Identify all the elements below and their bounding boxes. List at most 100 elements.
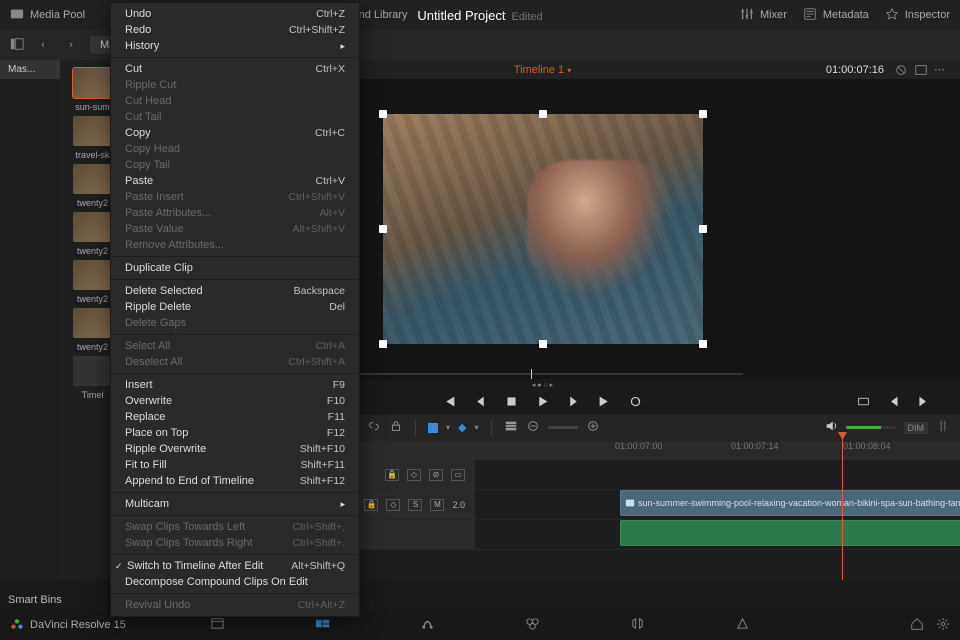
fusion-page-icon[interactable] bbox=[420, 616, 435, 634]
volume-slider[interactable] bbox=[846, 426, 896, 429]
menu-revival-undo[interactable]: Revival UndoCtrl+Alt+Z bbox=[111, 597, 359, 613]
metadata-tab[interactable]: Metadata bbox=[803, 7, 869, 24]
mute-toggle[interactable]: M bbox=[430, 499, 444, 511]
nav-fwd-button[interactable]: › bbox=[62, 36, 80, 54]
speaker-icon[interactable] bbox=[824, 419, 838, 436]
menu-delete-gaps[interactable]: Delete Gaps bbox=[111, 315, 359, 331]
meter-icon[interactable] bbox=[936, 419, 950, 436]
edit-page-icon[interactable] bbox=[315, 616, 330, 634]
menu-copy-head[interactable]: Copy Head bbox=[111, 141, 359, 157]
menu-ripple-delete[interactable]: Ripple DeleteDel bbox=[111, 299, 359, 315]
menu-multicam[interactable]: Multicam▸ bbox=[111, 496, 359, 512]
home-icon[interactable] bbox=[910, 617, 924, 634]
zoom-in-icon[interactable] bbox=[586, 419, 600, 436]
menu-swap-left[interactable]: Swap Clips Towards LeftCtrl+Shift+, bbox=[111, 519, 359, 535]
menu-remove-attributes[interactable]: Remove Attributes... bbox=[111, 237, 359, 253]
thumbnail-toggle[interactable]: ▭ bbox=[451, 469, 465, 481]
menu-swap-right[interactable]: Swap Clips Towards RightCtrl+Shift+. bbox=[111, 535, 359, 551]
loop-button[interactable] bbox=[629, 395, 642, 411]
menu-undo[interactable]: UndoCtrl+Z bbox=[111, 6, 359, 22]
menu-insert[interactable]: InsertF9 bbox=[111, 377, 359, 393]
fairlight-page-icon[interactable] bbox=[630, 616, 645, 634]
next-edit-button[interactable] bbox=[917, 395, 930, 411]
menu-cut-tail[interactable]: Cut Tail bbox=[111, 109, 359, 125]
smart-bins-label[interactable]: Smart Bins bbox=[8, 594, 62, 606]
menu-fit-to-fill[interactable]: Fit to FillShift+F11 bbox=[111, 457, 359, 473]
menu-cut[interactable]: CutCtrl+X bbox=[111, 61, 359, 77]
menu-switch-timeline[interactable]: ✓Switch to Timeline After EditAlt+Shift+… bbox=[111, 558, 359, 574]
edit-context-menu: UndoCtrl+Z RedoCtrl+Shift+Z History▸ Cut… bbox=[110, 2, 360, 617]
lock-toggle[interactable]: 🔒 bbox=[385, 469, 399, 481]
media-icon bbox=[10, 7, 24, 24]
viewer-canvas[interactable] bbox=[383, 114, 703, 344]
timeline-view-icon[interactable] bbox=[504, 419, 518, 436]
app-label: DaVinci Resolve 15 bbox=[10, 617, 126, 634]
auto-select-toggle[interactable]: ◇ bbox=[386, 499, 400, 511]
lock-icon[interactable] bbox=[389, 419, 403, 436]
bin-list: Mas... bbox=[0, 60, 60, 580]
link-icon[interactable] bbox=[367, 419, 381, 436]
menu-paste-insert[interactable]: Paste InsertCtrl+Shift+V bbox=[111, 189, 359, 205]
menu-deselect-all[interactable]: Deselect AllCtrl+Shift+A bbox=[111, 354, 359, 370]
inspector-tab[interactable]: Inspector bbox=[885, 7, 950, 24]
deliver-page-icon[interactable] bbox=[735, 616, 750, 634]
last-frame-button[interactable] bbox=[598, 395, 611, 411]
menu-paste-value[interactable]: Paste ValueAlt+Shift+V bbox=[111, 221, 359, 237]
menu-append[interactable]: Append to End of TimelineShift+F12 bbox=[111, 473, 359, 489]
menu-copy[interactable]: CopyCtrl+C bbox=[111, 125, 359, 141]
menu-replace[interactable]: ReplaceF11 bbox=[111, 409, 359, 425]
mixer-icon bbox=[740, 7, 754, 24]
more-icon[interactable]: ⋯ bbox=[934, 63, 948, 77]
menu-delete-selected[interactable]: Delete SelectedBackspace bbox=[111, 283, 359, 299]
solo-toggle[interactable]: S bbox=[408, 499, 422, 511]
mixer-tab[interactable]: Mixer bbox=[740, 7, 787, 24]
zoom-slider[interactable] bbox=[548, 426, 578, 429]
settings-icon[interactable] bbox=[936, 617, 950, 634]
video-clip[interactable]: sun-summer-swimming-pool-relaxing-vacati… bbox=[620, 490, 960, 516]
next-button[interactable] bbox=[567, 395, 580, 411]
nav-back-button[interactable]: ‹ bbox=[34, 36, 52, 54]
menu-redo[interactable]: RedoCtrl+Shift+Z bbox=[111, 22, 359, 38]
menu-copy-tail[interactable]: Copy Tail bbox=[111, 157, 359, 173]
media-page-icon[interactable] bbox=[210, 616, 225, 634]
menu-cut-head[interactable]: Cut Head bbox=[111, 93, 359, 109]
media-pool-tab[interactable]: Media Pool bbox=[10, 7, 85, 24]
menu-duplicate-clip[interactable]: Duplicate Clip bbox=[111, 260, 359, 276]
project-title: Untitled ProjectEdited bbox=[417, 8, 542, 23]
play-button[interactable] bbox=[536, 395, 549, 411]
menu-paste[interactable]: PasteCtrl+V bbox=[111, 173, 359, 189]
menu-history[interactable]: History▸ bbox=[111, 38, 359, 54]
bin-tab-chip[interactable]: Mas... bbox=[0, 60, 60, 79]
metadata-icon bbox=[803, 7, 817, 24]
playhead[interactable] bbox=[842, 434, 843, 580]
stop-button[interactable] bbox=[505, 395, 518, 411]
marker-button[interactable]: ◆ bbox=[458, 421, 466, 434]
bypass-icon[interactable] bbox=[894, 63, 908, 77]
menu-place-on-top[interactable]: Place on TopF12 bbox=[111, 425, 359, 441]
timeline-name[interactable]: Timeline 1 ▾ bbox=[514, 64, 571, 76]
first-frame-button[interactable] bbox=[443, 395, 456, 411]
menu-decompose[interactable]: Decompose Compound Clips On Edit bbox=[111, 574, 359, 590]
menu-select-all[interactable]: Select AllCtrl+A bbox=[111, 338, 359, 354]
zoom-out-icon[interactable] bbox=[526, 419, 540, 436]
layout-icon[interactable] bbox=[10, 37, 24, 54]
resolve-logo-icon bbox=[10, 617, 24, 634]
menu-ripple-overwrite[interactable]: Ripple OverwriteShift+F10 bbox=[111, 441, 359, 457]
prev-edit-button[interactable] bbox=[887, 395, 900, 411]
audio-clip[interactable] bbox=[620, 520, 960, 546]
menu-ripple-cut[interactable]: Ripple Cut bbox=[111, 77, 359, 93]
prev-button[interactable] bbox=[474, 395, 487, 411]
inspector-icon bbox=[885, 7, 899, 24]
disable-toggle[interactable]: ⊘ bbox=[429, 469, 443, 481]
viewer-options-icon[interactable] bbox=[914, 63, 928, 77]
lock-toggle[interactable]: 🔒 bbox=[364, 499, 378, 511]
viewer-record-tc: 01:00:07:16 bbox=[826, 64, 884, 76]
menu-paste-attributes[interactable]: Paste Attributes...Alt+V bbox=[111, 205, 359, 221]
dim-button[interactable]: DIM bbox=[904, 422, 929, 434]
match-frame-button[interactable] bbox=[857, 395, 870, 411]
auto-select-toggle[interactable]: ◇ bbox=[407, 469, 421, 481]
color-page-icon[interactable] bbox=[525, 616, 540, 634]
flag-button[interactable] bbox=[428, 423, 438, 433]
menu-overwrite[interactable]: OverwriteF10 bbox=[111, 393, 359, 409]
scrubber[interactable] bbox=[343, 373, 743, 375]
